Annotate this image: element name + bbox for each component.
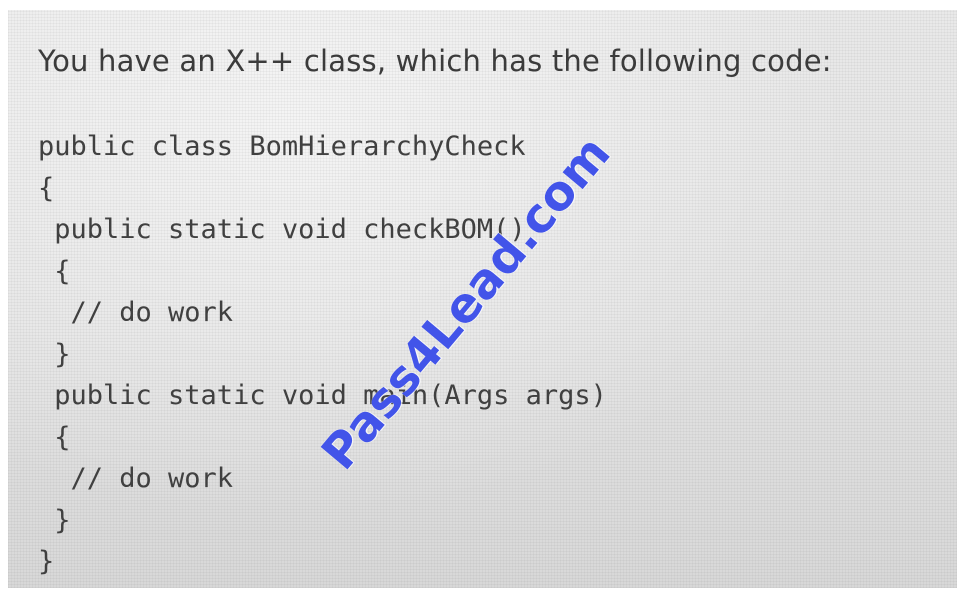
code-line: } [38, 504, 71, 536]
code-line: public static void main(Args args) [38, 380, 607, 411]
code-line: // do work [38, 297, 234, 328]
code-line: } [38, 338, 71, 370]
code-line: } [38, 546, 55, 577]
screenshot-frame: You have an X++ class, which has the fol… [0, 0, 959, 589]
code-line: // do work [38, 463, 234, 494]
photographed-screen: You have an X++ class, which has the fol… [8, 10, 957, 588]
question-intro-text: You have an X++ class, which has the fol… [38, 44, 832, 78]
code-line: public class BomHierarchyCheck [38, 131, 526, 162]
